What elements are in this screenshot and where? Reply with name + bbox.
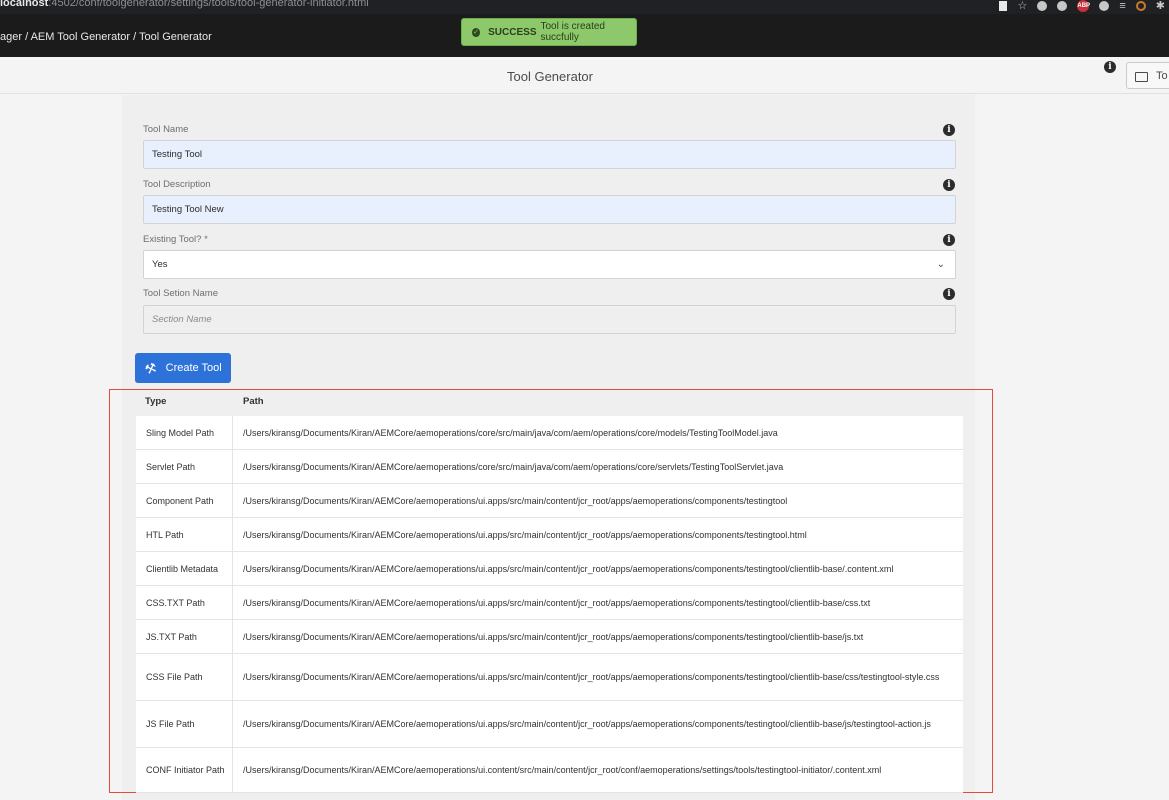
cell-type: Component Path (146, 495, 214, 506)
create-tool-button[interactable]: ⚒ Create Tool (135, 353, 231, 383)
table-header: Type Path (136, 393, 963, 415)
cell-path: /Users/kiransg/Documents/Kiran/AEMCore/a… (232, 484, 963, 517)
cell-path: /Users/kiransg/Documents/Kiran/AEMCore/a… (232, 701, 963, 747)
table-row: CSS.TXT Path/Users/kiransg/Documents/Kir… (136, 586, 963, 620)
cell-type: JS File Path (146, 719, 195, 729)
extension-icon[interactable] (1037, 1, 1048, 11)
table-row: Component Path/Users/kiransg/Documents/K… (136, 484, 963, 518)
title-bar: Tool Generator i To (0, 57, 1169, 94)
share-icon[interactable] (999, 1, 1008, 11)
cell-path: /Users/kiransg/Documents/Kiran/AEMCore/a… (232, 416, 963, 449)
info-icon[interactable]: i (1104, 61, 1116, 73)
cell-path: /Users/kiransg/Documents/Kiran/AEMCore/a… (232, 450, 963, 483)
results-table: Sling Model Path/Users/kiransg/Documents… (136, 416, 963, 793)
cell-path: /Users/kiransg/Documents/Kiran/AEMCore/a… (232, 748, 963, 792)
list-icon[interactable]: ≡ (1119, 0, 1125, 13)
cell-type: JS.TXT Path (146, 631, 197, 642)
browser-address-bar: localhost:4502/conf/toolgenerator/settin… (0, 0, 1169, 14)
table-row: CONF Initiator Path/Users/kiransg/Docume… (136, 748, 963, 793)
extension-icon[interactable] (1135, 1, 1146, 11)
chevron-down-icon: ⌄ (936, 259, 945, 270)
table-row: Servlet Path/Users/kiransg/Documents/Kir… (136, 450, 963, 484)
info-icon[interactable]: i (943, 179, 955, 191)
extension-icon[interactable] (1099, 1, 1110, 11)
table-row: CSS File Path/Users/kiransg/Documents/Ki… (136, 654, 963, 701)
cell-type: Servlet Path (146, 461, 196, 472)
star-icon[interactable]: ☆ (1017, 0, 1027, 13)
table-row: Clientlib Metadata/Users/kiransg/Documen… (136, 552, 963, 586)
column-header-path: Path (243, 396, 264, 407)
existing-tool-value: Yes (152, 259, 168, 270)
adblock-icon[interactable]: ABP (1077, 0, 1090, 12)
cell-type: Clientlib Metadata (146, 563, 219, 574)
cell-path: /Users/kiransg/Documents/Kiran/AEMCore/a… (232, 518, 963, 551)
tool-description-label: Tool Description (143, 179, 211, 190)
cell-type: HTL Path (146, 529, 184, 540)
cell-type: Sling Model Path (146, 427, 215, 438)
toast-title: SUCCESS (488, 26, 537, 38)
cell-path: /Users/kiransg/Documents/Kiran/AEMCore/a… (232, 654, 963, 700)
section-name-label: Tool Setion Name (143, 288, 218, 299)
section-name-input[interactable]: Section Name (143, 305, 956, 334)
table-row: JS File Path/Users/kiransg/Documents/Kir… (136, 701, 963, 748)
cell-path: /Users/kiransg/Documents/Kiran/AEMCore/a… (232, 552, 963, 585)
info-icon[interactable]: i (943, 124, 955, 136)
cell-path: /Users/kiransg/Documents/Kiran/AEMCore/a… (232, 620, 963, 653)
create-tool-button-label: Create Tool (165, 362, 222, 374)
tool-description-input[interactable]: Testing Tool New (143, 195, 956, 224)
folder-icon (1135, 70, 1148, 82)
column-header-type: Type (145, 396, 167, 407)
cell-path: /Users/kiransg/Documents/Kiran/AEMCore/a… (232, 586, 963, 619)
info-icon[interactable]: i (943, 234, 955, 246)
url-text[interactable]: localhost:4502/conf/toolgenerator/settin… (0, 0, 369, 9)
table-row: Sling Model Path/Users/kiransg/Documents… (136, 416, 963, 450)
page-title: Tool Generator (507, 69, 593, 84)
hammer-icon: ⚒ (142, 358, 159, 378)
info-icon[interactable]: i (943, 288, 955, 300)
checkmark-icon: ✓ (472, 27, 481, 37)
cell-type: CONF Initiator Path (146, 765, 225, 775)
toast-message: Tool is created succfully (540, 21, 605, 43)
breadcrumb[interactable]: ager / AEM Tool Generator / Tool Generat… (0, 14, 212, 57)
table-row: JS.TXT Path/Users/kiransg/Documents/Kira… (136, 620, 963, 654)
tool-name-label: Tool Name (143, 124, 189, 135)
tool-name-input[interactable]: Testing Tool (143, 140, 956, 169)
browser-extension-icons: ☆ ABP ≡ ✱ (999, 0, 1169, 13)
tools-button[interactable]: To (1126, 62, 1169, 89)
success-toast: ✓ SUCCESS Tool is created succfully (461, 18, 637, 46)
table-row: HTL Path/Users/kiransg/Documents/Kiran/A… (136, 518, 963, 552)
extension-icon[interactable] (1057, 1, 1068, 11)
existing-tool-select[interactable]: Yes ⌄ (143, 250, 956, 279)
tools-button-label: To (1156, 69, 1168, 82)
cell-type: CSS.TXT Path (146, 597, 205, 608)
cell-type: CSS File Path (146, 672, 203, 682)
existing-tool-label: Existing Tool? * (143, 234, 208, 245)
puzzle-icon[interactable]: ✱ (1156, 0, 1165, 13)
